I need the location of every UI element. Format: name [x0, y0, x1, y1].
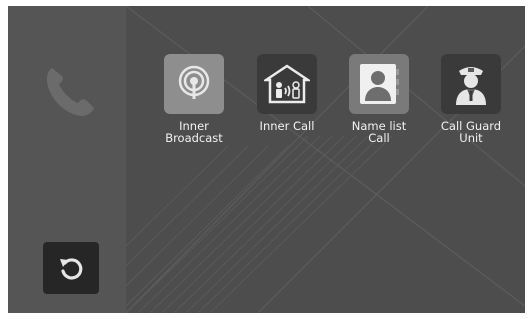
contact-book-icon — [360, 64, 399, 104]
intercom-screen: Inner Broadcast Inner Call Name list Cal… — [8, 6, 525, 313]
call-guard-unit-label: Call Guard Unit — [440, 119, 502, 145]
phone-icon — [46, 68, 94, 116]
inner-call-tile[interactable]: Inner Call — [255, 54, 319, 132]
broadcast-icon — [178, 65, 210, 99]
back-button[interactable] — [43, 242, 99, 294]
home-intercom-icon — [264, 64, 310, 104]
inner-call-label: Inner Call — [259, 119, 315, 133]
security-guard-icon — [456, 67, 486, 105]
inner-broadcast-tile[interactable]: Inner Broadcast — [162, 54, 226, 144]
back-icon — [60, 258, 83, 280]
inner-broadcast-button[interactable] — [164, 54, 224, 114]
inner-broadcast-label: Inner Broadcast — [165, 119, 223, 145]
name-list-call-label: Name list Call — [351, 119, 407, 145]
name-list-call-button[interactable] — [349, 54, 409, 114]
call-guard-unit-button[interactable] — [441, 54, 501, 114]
inner-call-button[interactable] — [257, 54, 317, 114]
name-list-call-tile[interactable]: Name list Call — [347, 54, 411, 144]
call-guard-unit-tile[interactable]: Call Guard Unit — [439, 54, 503, 144]
left-panel — [8, 6, 126, 313]
